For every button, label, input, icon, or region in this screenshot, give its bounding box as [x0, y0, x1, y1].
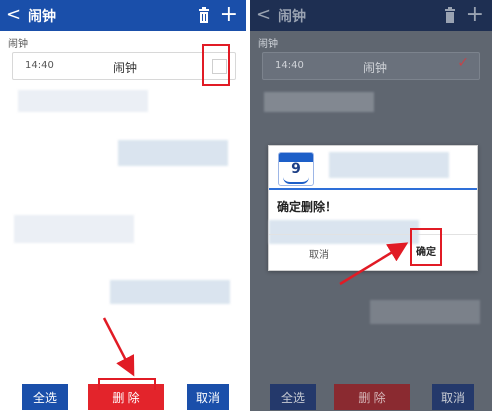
right-app-bar: < 闹钟 +	[250, 0, 492, 31]
select-all-button[interactable]: 全选	[22, 384, 68, 410]
cancel-button[interactable]: 取消	[432, 384, 474, 410]
page-title: 闹钟	[278, 9, 306, 25]
blurred-region	[14, 215, 134, 243]
cancel-button[interactable]: 取消	[187, 384, 229, 410]
blurred-region	[118, 140, 228, 166]
calendar-icon: 9	[278, 152, 314, 186]
add-icon[interactable]: +	[220, 3, 238, 27]
page-title: 闹钟	[28, 9, 56, 25]
calendar-day: 9	[291, 161, 301, 177]
left-screen: < 闹钟 + 闹钟 14:40 闹钟 全选 删 除 取消	[0, 0, 246, 411]
select-all-button[interactable]: 全选	[270, 384, 316, 410]
back-icon[interactable]: <	[256, 4, 271, 26]
alarm-name: 闹钟	[363, 61, 388, 75]
trash-icon[interactable]	[444, 7, 456, 23]
blurred-region	[18, 90, 148, 112]
section-label: 闹钟	[8, 39, 28, 50]
dialog-header: 9	[269, 146, 477, 190]
dialog-cancel-button[interactable]: 取消	[309, 246, 329, 261]
alarm-time: 14:40	[25, 60, 54, 71]
confirm-delete-dialog: 9 确定删除！ 取消 确定	[268, 145, 478, 271]
alarm-name: 闹钟	[113, 61, 138, 75]
blurred-region	[370, 300, 480, 324]
blurred-region	[264, 92, 374, 112]
section-label: 闹钟	[258, 39, 278, 50]
delete-highlight-box	[98, 378, 156, 390]
alarm-list-item[interactable]: 14:40 闹钟 ✓	[262, 52, 480, 80]
add-icon[interactable]: +	[466, 3, 484, 27]
checkmark-icon: ✓	[457, 55, 469, 71]
confirm-highlight-box	[410, 228, 442, 266]
left-app-bar: < 闹钟 +	[0, 0, 246, 31]
checkbox-highlight-box	[202, 44, 230, 86]
trash-icon[interactable]	[198, 7, 210, 23]
dialog-button-bar: 取消 确定	[269, 234, 477, 269]
back-icon[interactable]: <	[6, 4, 21, 26]
dialog-message: 确定删除！	[277, 200, 338, 214]
blurred-region	[110, 280, 230, 304]
alarm-time: 14:40	[275, 60, 304, 71]
delete-button[interactable]: 删 除	[334, 384, 410, 410]
calendar-wave	[283, 177, 309, 184]
blurred-region	[329, 152, 449, 178]
